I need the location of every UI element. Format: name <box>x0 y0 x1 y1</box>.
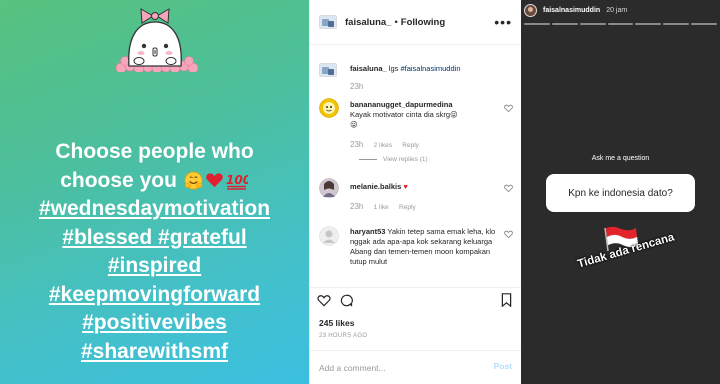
comment-like-heart-icon[interactable] <box>504 104 513 113</box>
avatar[interactable] <box>319 63 337 77</box>
comment-like-heart-icon[interactable] <box>504 184 513 193</box>
comment-text: lgs <box>388 64 401 73</box>
comment-time: 23h <box>350 82 364 91</box>
story-progress-bar <box>524 23 718 25</box>
caption-hashtag-line[interactable]: #sharewithsmf <box>0 338 309 367</box>
comment-likes-link[interactable]: 1 like <box>374 204 389 211</box>
question-sticker: Kpn ke indonesia dato? <box>546 174 695 212</box>
question-sticker-header: Ask me a question <box>591 155 650 162</box>
comment-username[interactable]: banananugget_dapurmedina <box>350 100 453 109</box>
caption-text: choose you <box>60 168 177 192</box>
comment-body: haryant53 Yakin tetep sama emak leha, kl… <box>350 227 500 267</box>
hundred-points-icon: 100 <box>226 173 248 190</box>
story-panel[interactable]: faisalnasimuddin 20 jam Ask me a questio… <box>521 0 720 384</box>
avatar[interactable] <box>319 178 339 198</box>
post-actions-bar <box>310 287 522 311</box>
comment-text: ♥ <box>403 182 408 191</box>
add-comment-bar: Post <box>310 350 522 384</box>
comment-like-heart-icon[interactable] <box>504 230 513 239</box>
story-progress-segment <box>524 23 550 25</box>
view-replies-button[interactable]: View replies (1) <box>359 156 428 163</box>
hugging-face-icon <box>184 171 203 189</box>
comment-emoji: 😜 <box>350 120 358 129</box>
comment-likes-link[interactable]: 2 likes <box>374 142 392 149</box>
likes-count[interactable]: 245 likes <box>319 318 354 328</box>
comment-item: faisaluna_ lgs #faisalnasimuddin 23h <box>319 60 515 94</box>
comment-item: haryant53 Yakin tetep sama emak leha, kl… <box>319 224 515 284</box>
caption-hashtag-line[interactable]: #inspired <box>0 252 309 281</box>
more-options-icon[interactable]: ••• <box>494 14 512 30</box>
comment-username[interactable]: haryant53 <box>350 227 385 236</box>
story-avatar[interactable] <box>524 4 537 17</box>
svg-text:100: 100 <box>226 173 248 187</box>
following-button[interactable]: Following <box>401 17 445 28</box>
post-timestamp: 23 HOURS AGO <box>319 333 368 339</box>
comment-time: 23h <box>350 202 364 211</box>
story-progress-segment <box>607 23 634 25</box>
story-progress-segment <box>663 23 690 25</box>
comment-body: melanie.balkis ♥ <box>350 182 500 192</box>
story-header: faisalnasimuddin 20 jam <box>524 4 627 17</box>
avatar[interactable] <box>319 98 339 118</box>
like-heart-icon[interactable] <box>317 294 331 307</box>
comment-hashtag-link[interactable]: #faisalnasimuddin <box>400 64 460 73</box>
comment-username[interactable]: melanie.balkis <box>350 182 401 191</box>
post-header: faisaluna_ • Following ••• <box>310 0 522 45</box>
header-separator: • <box>394 16 398 28</box>
comment-meta: 23h <box>350 82 371 91</box>
story-progress-segment <box>551 23 578 25</box>
comment-reply-button[interactable]: Reply <box>399 204 416 211</box>
default-avatar-icon[interactable] <box>319 226 339 246</box>
header-avatar[interactable] <box>319 15 337 29</box>
comment-body: faisaluna_ lgs #faisalnasimuddin <box>350 64 500 74</box>
story-progress-segment <box>579 23 606 25</box>
comment-text: Kayak motivator cinta dia skrg😜 <box>350 110 458 119</box>
mascot-illustration <box>115 8 199 72</box>
red-heart-icon <box>205 172 223 187</box>
comment-username[interactable]: faisaluna_ <box>350 64 387 73</box>
caption-text: Choose people who <box>55 140 254 163</box>
comment-time: 23h <box>350 140 364 149</box>
post-image[interactable]: Choose people who choose you 100 #wednes… <box>0 0 309 384</box>
caption-line: choose you 100 <box>0 167 309 196</box>
bookmark-icon[interactable] <box>501 293 512 307</box>
comment-bubble-icon[interactable] <box>340 294 353 307</box>
story-progress-segment <box>635 23 662 25</box>
post-comment-button[interactable]: Post <box>494 361 512 371</box>
story-username[interactable]: faisalnasimuddin <box>543 7 600 14</box>
question-text: Kpn ke indonesia dato? <box>568 187 673 199</box>
caption-hashtag-line[interactable]: #blessed #grateful <box>0 224 309 253</box>
caption-hashtag-line[interactable]: #wednesdaymotivation <box>0 195 309 224</box>
comment-meta: 23h 2 likes Reply <box>350 140 427 149</box>
caption-line: Choose people who <box>0 138 309 167</box>
caption-hashtag-line[interactable]: #positivevibes <box>0 309 309 338</box>
comment-item: banananugget_dapurmedina Kayak motivator… <box>319 96 515 168</box>
comment-item: melanie.balkis ♥ 23h 1 like Reply <box>319 176 515 216</box>
story-progress-segment <box>691 23 718 25</box>
post-comments-panel: faisaluna_ • Following ••• faisaluna_ lg… <box>309 0 522 384</box>
caption-hashtag-line[interactable]: #keepmovingforward <box>0 281 309 310</box>
comment-meta: 23h 1 like Reply <box>350 202 424 211</box>
add-comment-input[interactable] <box>319 361 479 375</box>
comment-body: banananugget_dapurmedina Kayak motivator… <box>350 100 500 130</box>
header-username-link[interactable]: faisaluna_ <box>345 17 391 28</box>
story-timestamp: 20 jam <box>606 7 628 14</box>
post-caption: Choose people who choose you 100 #wednes… <box>0 138 309 366</box>
comment-reply-button[interactable]: Reply <box>402 142 419 149</box>
